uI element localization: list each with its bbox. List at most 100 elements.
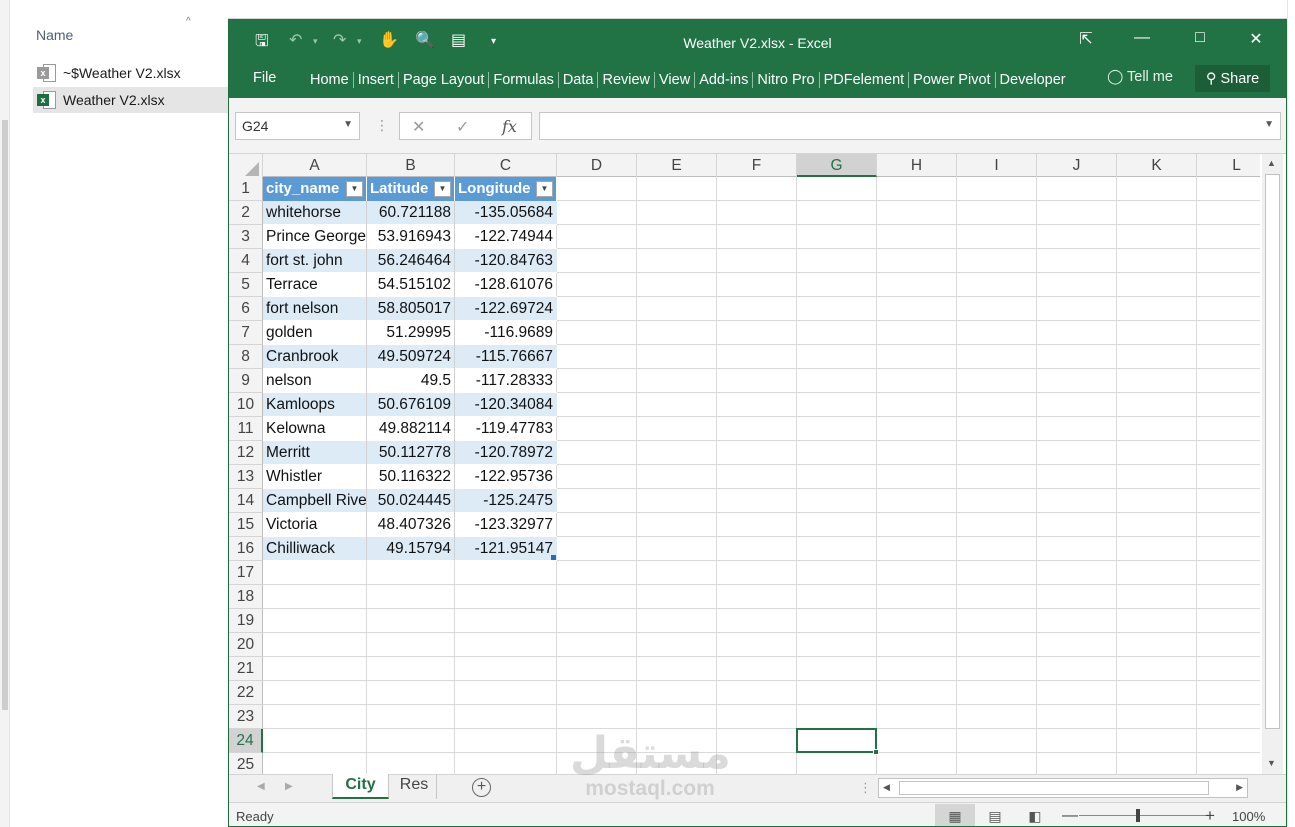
scroll-down-icon[interactable]: ▼ bbox=[1267, 758, 1276, 768]
row-header-8[interactable]: 8 bbox=[229, 345, 263, 369]
explorer-scroll-thumb[interactable] bbox=[2, 120, 8, 710]
file-item-temp[interactable]: x ~$Weather V2.xlsx bbox=[33, 60, 228, 86]
table-cell[interactable]: whitehorse bbox=[263, 201, 366, 225]
table-cell[interactable]: 54.515102 bbox=[367, 273, 454, 297]
row-header-5[interactable]: 5 bbox=[229, 273, 263, 297]
table-cell[interactable]: Merritt bbox=[263, 441, 366, 465]
row-header-3[interactable]: 3 bbox=[229, 225, 263, 249]
fill-handle[interactable] bbox=[873, 749, 879, 755]
zoom-slider-thumb[interactable] bbox=[1136, 809, 1140, 822]
table-cell[interactable]: 56.246464 bbox=[367, 249, 454, 273]
row-header-20[interactable]: 20 bbox=[229, 633, 263, 657]
table-cell[interactable]: golden bbox=[263, 321, 366, 345]
horizontal-scrollbar[interactable]: ◀ ▶ bbox=[878, 778, 1248, 798]
minimize-icon[interactable]: — bbox=[1127, 29, 1157, 47]
tab-splitter-icon[interactable]: ⋮ bbox=[859, 780, 872, 796]
zoom-in-icon[interactable]: + bbox=[1205, 806, 1215, 826]
table-cell[interactable]: 50.676109 bbox=[367, 393, 454, 417]
table-cell[interactable]: Kelowna bbox=[263, 417, 366, 441]
table-cell[interactable]: -120.34084 bbox=[455, 393, 556, 417]
table-cell[interactable]: Terrace bbox=[263, 273, 366, 297]
table-cell[interactable]: -125.2475 bbox=[455, 489, 556, 513]
table-cell[interactable]: -122.74944 bbox=[455, 225, 556, 249]
new-sheet-plus-icon[interactable]: + bbox=[472, 778, 491, 797]
table-cell[interactable]: -120.84763 bbox=[455, 249, 556, 273]
close-icon[interactable]: ✕ bbox=[1241, 29, 1271, 49]
tab-data[interactable]: Data bbox=[559, 72, 599, 88]
row-header-9[interactable]: 9 bbox=[229, 369, 263, 393]
ribbon-display-options-icon[interactable]: ⇱ bbox=[1071, 29, 1101, 49]
row-header-21[interactable]: 21 bbox=[229, 657, 263, 681]
tab-nitro-pro[interactable]: Nitro Pro bbox=[753, 72, 820, 88]
table-cell[interactable]: Chilliwack bbox=[263, 537, 366, 561]
row-header-7[interactable]: 7 bbox=[229, 321, 263, 345]
table-cell[interactable]: Campbell River bbox=[263, 489, 366, 513]
file-menu[interactable]: File bbox=[253, 70, 276, 86]
table-cell[interactable]: 48.407326 bbox=[367, 513, 454, 537]
table-cell[interactable]: -122.69724 bbox=[455, 297, 556, 321]
tab-insert[interactable]: Insert bbox=[354, 72, 399, 88]
column-header-b[interactable]: B bbox=[367, 154, 455, 177]
active-cell-selection[interactable] bbox=[796, 728, 879, 755]
tab-review[interactable]: Review bbox=[598, 72, 656, 88]
table-cell[interactable]: 50.116322 bbox=[367, 465, 454, 489]
zoom-slider[interactable] bbox=[1079, 815, 1209, 816]
column-header-k[interactable]: K bbox=[1117, 154, 1197, 177]
column-header-g[interactable]: G bbox=[797, 154, 877, 177]
select-all-corner[interactable] bbox=[229, 154, 263, 177]
table-cell[interactable]: Whistler bbox=[263, 465, 366, 489]
column-header-j[interactable]: J bbox=[1037, 154, 1117, 177]
row-header-4[interactable]: 4 bbox=[229, 249, 263, 273]
tell-me-box[interactable]: ◯ Tell me bbox=[1107, 69, 1173, 85]
enter-icon[interactable]: ✓ bbox=[456, 117, 469, 137]
table-cell[interactable]: -116.9689 bbox=[455, 321, 556, 345]
expand-formula-bar-icon[interactable]: ▼ bbox=[1264, 119, 1274, 130]
sheet-tab-res[interactable]: Res bbox=[392, 774, 437, 799]
name-box-dropdown-icon[interactable]: ▼ bbox=[343, 119, 353, 130]
row-header-24[interactable]: 24 bbox=[229, 729, 263, 753]
table-header-1[interactable]: Latitude ▼ bbox=[367, 177, 455, 201]
zoom-out-icon[interactable]: — bbox=[1062, 807, 1078, 825]
share-button[interactable]: ⚲ Share bbox=[1195, 65, 1270, 92]
table-cell[interactable]: -123.32977 bbox=[455, 513, 556, 537]
table-header-2[interactable]: Longitude ▼ bbox=[455, 177, 557, 201]
table-cell[interactable]: 60.721188 bbox=[367, 201, 454, 225]
insert-function-icon[interactable]: fx bbox=[502, 117, 517, 136]
table-cell[interactable]: -120.78972 bbox=[455, 441, 556, 465]
scroll-up-icon[interactable]: ▲ bbox=[1267, 158, 1276, 168]
column-header-d[interactable]: D bbox=[557, 154, 637, 177]
table-cell[interactable]: 49.882114 bbox=[367, 417, 454, 441]
formula-bar-grip-icon[interactable]: ⋮ bbox=[375, 117, 389, 134]
row-header-17[interactable]: 17 bbox=[229, 561, 263, 585]
table-cell[interactable]: -135.05684 bbox=[455, 201, 556, 225]
row-header-14[interactable]: 14 bbox=[229, 489, 263, 513]
column-header-f[interactable]: F bbox=[717, 154, 797, 177]
row-header-6[interactable]: 6 bbox=[229, 297, 263, 321]
normal-view-icon[interactable]: ▦ bbox=[935, 804, 975, 826]
table-cell[interactable]: 49.509724 bbox=[367, 345, 454, 369]
row-header-23[interactable]: 23 bbox=[229, 705, 263, 729]
tab-developer[interactable]: Developer bbox=[996, 72, 1070, 88]
name-box[interactable]: G24 ▼ bbox=[235, 112, 360, 140]
scroll-left-icon[interactable]: ◀ bbox=[883, 782, 890, 793]
table-cell[interactable]: -121.95147 bbox=[455, 537, 556, 561]
row-header-13[interactable]: 13 bbox=[229, 465, 263, 489]
row-header-1[interactable]: 1 bbox=[229, 177, 263, 201]
filter-dropdown-icon[interactable]: ▼ bbox=[536, 181, 553, 197]
table-cell[interactable]: 49.5 bbox=[367, 369, 454, 393]
filter-dropdown-icon[interactable]: ▼ bbox=[346, 181, 363, 197]
page-break-preview-icon[interactable]: ◧ bbox=[1015, 804, 1055, 826]
row-header-22[interactable]: 22 bbox=[229, 681, 263, 705]
table-cell[interactable]: 58.805017 bbox=[367, 297, 454, 321]
tab-add-ins[interactable]: Add-ins bbox=[695, 72, 754, 88]
row-header-10[interactable]: 10 bbox=[229, 393, 263, 417]
table-cell[interactable]: -115.76667 bbox=[455, 345, 556, 369]
column-header-h[interactable]: H bbox=[877, 154, 957, 177]
table-cell[interactable]: nelson bbox=[263, 369, 366, 393]
zoom-level[interactable]: 100% bbox=[1232, 809, 1265, 824]
table-cell[interactable]: Victoria bbox=[263, 513, 366, 537]
horizontal-scroll-thumb[interactable] bbox=[899, 781, 1209, 795]
scroll-right-icon[interactable]: ▶ bbox=[1236, 782, 1243, 793]
column-header-e[interactable]: E bbox=[637, 154, 717, 177]
table-cell[interactable]: 49.15794 bbox=[367, 537, 454, 561]
